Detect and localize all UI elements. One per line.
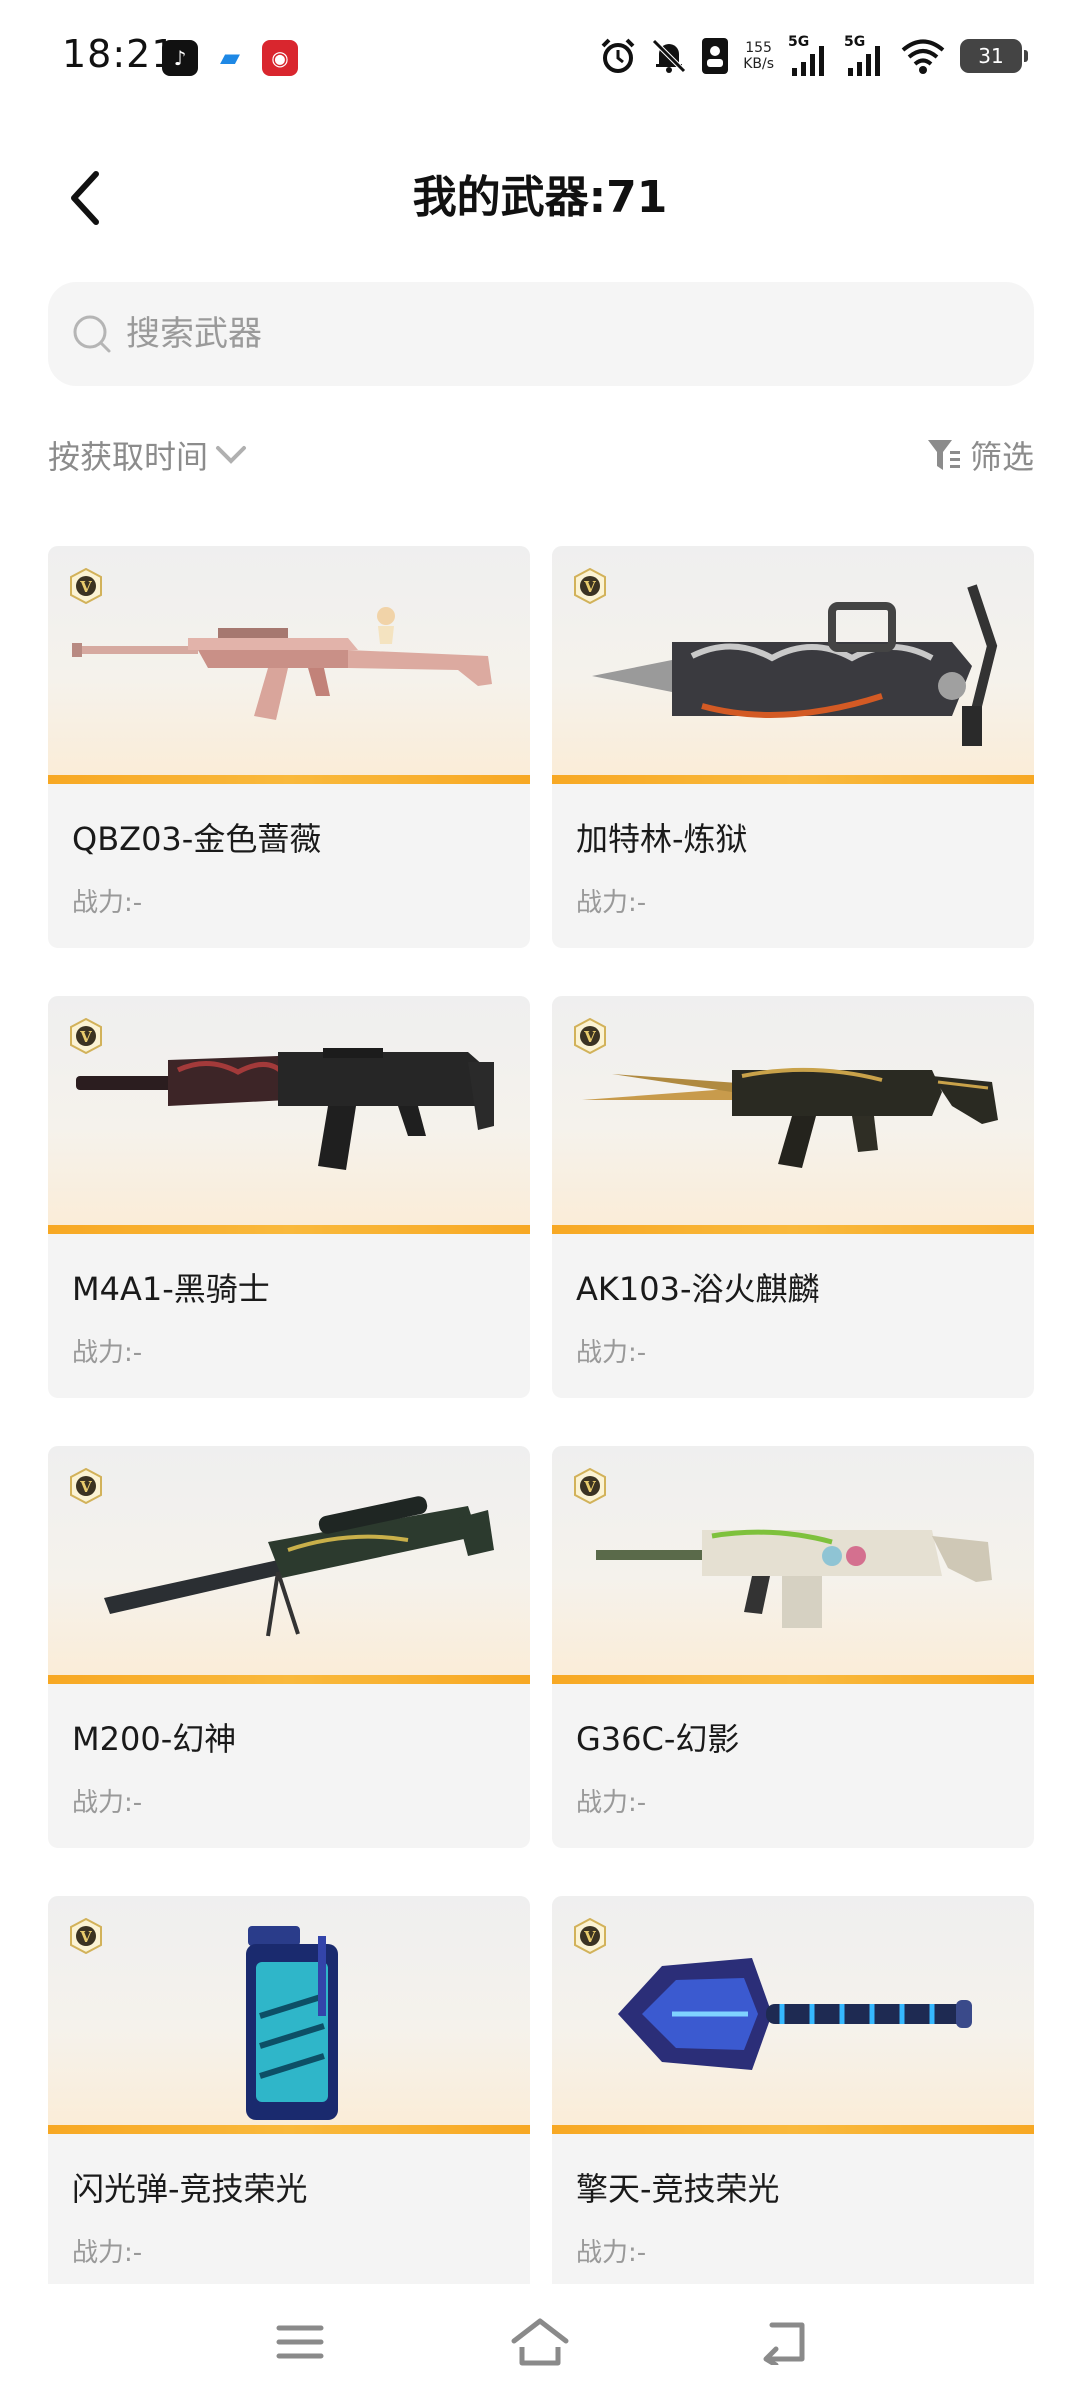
system-back-button[interactable] — [754, 2314, 814, 2370]
menu-icon — [276, 2325, 324, 2359]
weapon-card[interactable]: V G36C-幻影 战力:- — [552, 1446, 1034, 1848]
svg-text:V: V — [79, 1928, 92, 1946]
net-speed-unit: KB/s — [743, 56, 774, 72]
signal-strength-1: 5G — [788, 34, 830, 78]
weapon-power: 战力:- — [72, 2238, 143, 2268]
weapon-power: 战力:- — [72, 1788, 143, 1818]
sort-filter-row: 按获取时间 筛选 — [48, 432, 1034, 492]
weapon-image: V — [552, 1896, 1034, 2134]
weapon-power: 战力:- — [576, 888, 647, 918]
weapon-power: 战力:- — [72, 888, 143, 918]
contact-card-icon — [702, 38, 729, 74]
weapon-name: M200-幻神 — [72, 1720, 237, 1758]
page-title: 我的武器:71 — [412, 172, 668, 223]
weapon-card[interactable]: V 加特林-炼狱 战力:- — [552, 546, 1034, 948]
v-badge-icon: V — [574, 1468, 606, 1504]
clock: 18:21 — [62, 32, 177, 76]
weapon-power: 战力:- — [576, 1788, 647, 1818]
weapon-image: V — [552, 546, 1034, 784]
app-red-icon: ◉ — [262, 40, 298, 76]
chevron-down-icon — [216, 446, 247, 464]
weapon-power: 战力:- — [576, 1338, 647, 1368]
home-icon — [511, 2318, 569, 2366]
rifle-icon — [582, 1067, 998, 1168]
weapon-image: V — [552, 996, 1034, 1234]
weapon-card[interactable]: V M4A1-黑骑士 战力:- — [48, 996, 530, 1398]
signal-icon — [848, 46, 880, 76]
rifle-icon — [72, 607, 492, 720]
weapon-card[interactable]: V 擎天-竞技荣光 战力:- — [552, 1896, 1034, 2298]
weapon-power: 战力:- — [72, 1338, 143, 1368]
signal-strength-2: 5G — [844, 34, 886, 78]
v-badge-icon: V — [70, 1918, 102, 1954]
home-button[interactable] — [510, 2314, 570, 2370]
svg-text:V: V — [79, 578, 92, 596]
weapon-image: V — [48, 1446, 530, 1684]
svg-text:V: V — [79, 1478, 92, 1496]
weapon-image: V — [552, 1446, 1034, 1684]
weapon-card[interactable]: V QBZ03-金色蔷薇 战力:- — [48, 546, 530, 948]
status-bar: 18:21 ♪ ▰ ◉ 155 KB/s 5G 5G 31 — [0, 0, 1080, 120]
system-nav-bar — [0, 2284, 1080, 2400]
weapon-name: 擎天-竞技荣光 — [576, 2170, 780, 2208]
chat-icon: ▰ — [212, 40, 248, 76]
svg-text:V: V — [583, 1928, 596, 1946]
notification-icons: ♪ ▰ ◉ — [162, 40, 298, 76]
svg-text:V: V — [583, 1478, 596, 1496]
v-badge-icon: V — [574, 1018, 606, 1054]
filter-label: 筛选 — [969, 438, 1034, 476]
signal-icon — [792, 46, 824, 76]
weapon-card[interactable]: V AK103-浴火麒麟 战力:- — [552, 996, 1034, 1398]
search-input[interactable] — [124, 313, 988, 355]
flash-grenade-icon — [246, 1926, 338, 2120]
alarm-icon — [601, 38, 635, 73]
rifle-icon — [596, 1529, 992, 1628]
v-badge-icon: V — [574, 1918, 606, 1954]
net-speed-value: 155 — [745, 40, 772, 56]
wifi-icon — [901, 39, 945, 74]
filter-button[interactable]: 筛选 — [926, 432, 1034, 478]
shovel-icon — [618, 1958, 972, 2070]
weapon-name: 加特林-炼狱 — [576, 820, 748, 858]
system-status: 155 KB/s 5G 5G 31 — [599, 34, 1028, 78]
battery-icon: 31 — [960, 39, 1028, 73]
weapon-card[interactable]: V 闪光弹-竞技荣光 战力:- — [48, 1896, 530, 2298]
mute-icon — [652, 39, 686, 73]
weapon-image: V — [48, 996, 530, 1234]
recent-apps-button[interactable] — [270, 2314, 330, 2370]
v-badge-icon: V — [70, 1018, 102, 1054]
sort-dropdown[interactable]: 按获取时间 — [48, 432, 248, 478]
sort-label: 按获取时间 — [48, 438, 209, 476]
v-badge-icon: V — [70, 568, 102, 604]
weapon-image: V — [48, 546, 530, 784]
weapon-image: V — [48, 1896, 530, 2134]
network-speed: 155 KB/s — [743, 40, 774, 72]
weapon-name: G36C-幻影 — [576, 1720, 740, 1758]
svg-text:V: V — [583, 578, 596, 596]
search-bar[interactable] — [48, 282, 1034, 386]
tiktok-icon: ♪ — [162, 40, 198, 76]
chevron-left-icon — [71, 171, 99, 225]
back-button[interactable] — [58, 168, 110, 228]
weapon-power: 战力:- — [576, 2238, 647, 2268]
search-icon — [72, 314, 112, 354]
weapon-name: 闪光弹-竞技荣光 — [72, 2170, 308, 2208]
svg-text:V: V — [583, 1028, 596, 1046]
weapon-name: QBZ03-金色蔷薇 — [72, 820, 322, 858]
weapon-name: M4A1-黑骑士 — [72, 1270, 270, 1308]
gatling-icon — [592, 584, 998, 746]
weapon-name: AK103-浴火麒麟 — [576, 1270, 820, 1308]
filter-icon — [927, 440, 960, 470]
rifle-icon — [76, 1048, 494, 1170]
sniper-rifle-icon — [104, 1496, 494, 1637]
svg-text:V: V — [79, 1028, 92, 1046]
weapon-card[interactable]: V M200-幻神 战力:- — [48, 1446, 530, 1848]
back-icon — [763, 2322, 805, 2365]
v-badge-icon: V — [574, 568, 606, 604]
v-badge-icon: V — [70, 1468, 102, 1504]
